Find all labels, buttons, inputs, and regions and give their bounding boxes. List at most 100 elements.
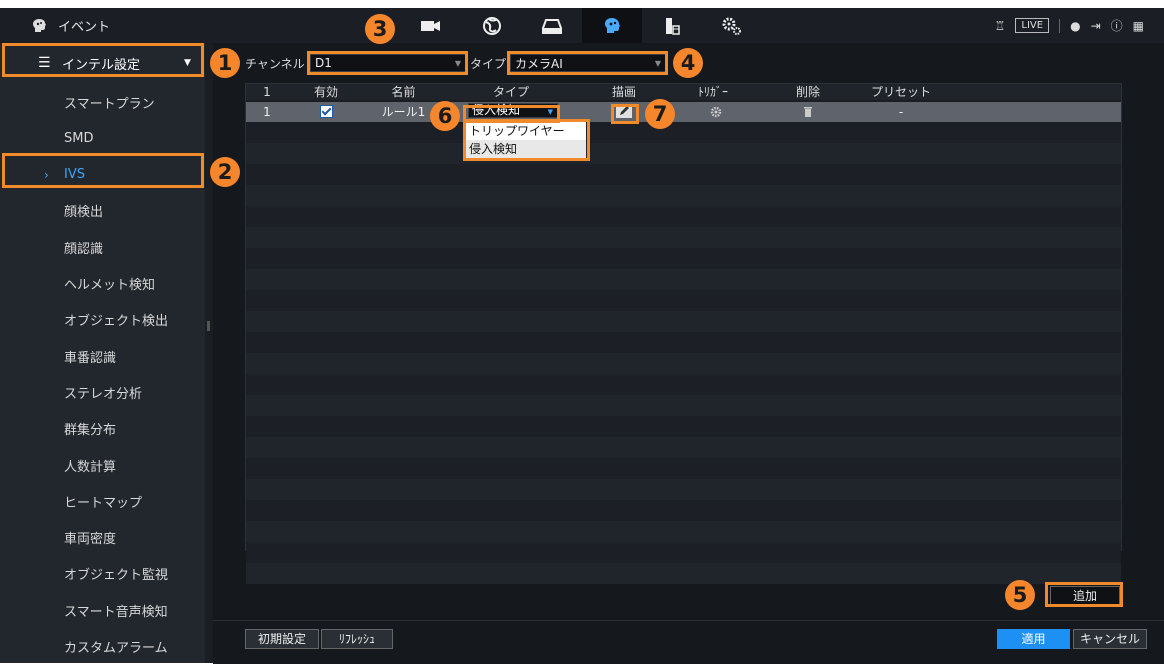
sidebar-item-label: ヘルメット検知 xyxy=(64,278,156,293)
top-bar: イベント ♖ LIVE ● ⇥ ⓘ ▦ xyxy=(0,8,1164,43)
preset-value: - xyxy=(898,105,904,119)
highlight-add xyxy=(1045,582,1123,607)
col-number: 1 xyxy=(263,85,271,99)
table-empty-row xyxy=(246,563,1121,584)
sidebar-item[interactable]: オブジェクト監視 xyxy=(0,557,205,591)
nav-device[interactable] xyxy=(642,8,702,43)
divider xyxy=(1059,18,1061,33)
table-empty-row xyxy=(246,353,1121,374)
cancel-button[interactable]: キャンセル xyxy=(1073,629,1147,649)
sidebar-item-label: 顔認識 xyxy=(64,241,104,257)
highlight-channel xyxy=(307,51,468,75)
table-empty-row xyxy=(246,521,1121,542)
table-empty-row xyxy=(246,416,1121,437)
alarm-icon[interactable]: ♖ xyxy=(995,19,1006,33)
table-empty-row xyxy=(246,122,1121,143)
rule-name: ルール1 xyxy=(381,105,426,119)
info-icon[interactable]: ⓘ xyxy=(1111,17,1123,34)
table-empty-row xyxy=(246,311,1121,332)
sidebar-item-label: オブジェクト監視 xyxy=(64,568,169,584)
enable-checkbox[interactable] xyxy=(319,105,333,118)
app-window: イベント ♖ LIVE ● ⇥ ⓘ ▦ ☰ インテル設定 ▼ スマートプラン S… xyxy=(0,8,1164,664)
table-empty-row xyxy=(246,395,1121,416)
brain-ai-icon xyxy=(605,17,620,33)
highlight-intel-settings xyxy=(2,43,204,77)
sidebar-item-label: 顔検出 xyxy=(64,205,104,221)
sidebar-item-label: ステレオ分析 xyxy=(64,386,143,402)
table-empty-row xyxy=(246,332,1121,353)
sidebar-item-label: 車番認識 xyxy=(64,350,117,366)
table-empty-row xyxy=(246,458,1121,479)
sidebar-item[interactable]: カスタムアラーム xyxy=(0,630,205,664)
col-name: 名前 xyxy=(391,85,416,99)
table-row[interactable]: 1 ルール1 侵入検知 ▼ - xyxy=(246,102,1121,122)
nav-camera[interactable] xyxy=(400,8,460,43)
col-trigger: ﾄﾘｶﾞｰ xyxy=(697,85,728,99)
table-empty-row xyxy=(246,542,1121,563)
table-header: 1 有効 名前 タイプ 描画 ﾄﾘｶﾞｰ 削除 プリセット xyxy=(246,84,1121,100)
table-empty-row xyxy=(246,185,1121,206)
sidebar-item[interactable]: ステレオ分析 xyxy=(0,375,205,409)
sidebar-item-label: スマート音声検知 xyxy=(64,604,168,620)
table-empty-row xyxy=(246,227,1121,248)
table-empty-row xyxy=(246,143,1121,164)
sidebar-item[interactable]: 車両密度 xyxy=(0,521,205,555)
sidebar-item[interactable]: 車番認識 xyxy=(0,339,205,373)
badge-2: 2 xyxy=(210,157,240,187)
live-button[interactable]: LIVE xyxy=(1015,18,1050,33)
sidebar-item[interactable]: 顔認識 xyxy=(0,230,205,264)
sidebar-item[interactable]: ヒートマップ xyxy=(0,484,205,518)
qr-code-icon[interactable]: ▦ xyxy=(1133,19,1144,33)
trash-icon[interactable] xyxy=(803,106,813,118)
nav-settings[interactable] xyxy=(702,8,762,43)
sidebar-item-label: 車両密度 xyxy=(64,532,117,548)
sidebar-item[interactable]: 群集分布 xyxy=(0,412,205,446)
top-right-tools: ♖ LIVE ● ⇥ ⓘ ▦ xyxy=(995,8,1144,43)
app-title: イベント xyxy=(30,8,110,43)
settings-gears-icon xyxy=(722,17,741,35)
logout-icon[interactable]: ⇥ xyxy=(1091,19,1101,33)
sidebar-item[interactable]: ヘルメット検知 xyxy=(0,267,205,301)
table-empty-row xyxy=(246,206,1121,227)
sidebar-item-label: ヒートマップ xyxy=(64,495,143,511)
gear-icon[interactable] xyxy=(710,106,722,118)
storage-icon xyxy=(542,18,562,34)
table-empty-row xyxy=(246,479,1121,500)
badge-6: 6 xyxy=(430,101,460,131)
network-globe-icon xyxy=(483,16,501,35)
app-title-text: イベント xyxy=(58,20,111,35)
sidebar-scrollbar[interactable] xyxy=(205,43,213,663)
sidebar-item[interactable]: 顔検出 xyxy=(0,194,205,228)
highlight-ivs xyxy=(2,153,204,188)
col-delete: 削除 xyxy=(795,85,820,99)
apply-button[interactable]: 適用 xyxy=(997,629,1070,649)
user-icon[interactable]: ● xyxy=(1070,19,1080,33)
nav-storage[interactable] xyxy=(522,8,582,43)
default-button[interactable]: 初期設定 xyxy=(245,629,319,649)
table-empty-row xyxy=(246,248,1121,269)
sidebar-item-label: 人数計算 xyxy=(64,459,117,475)
type-label: タイプ xyxy=(470,57,507,71)
nav-ai[interactable] xyxy=(582,8,642,43)
refresh-button[interactable]: ﾘﾌﾚｯｼｭ xyxy=(321,629,393,649)
highlight-type xyxy=(507,51,668,75)
highlight-type-options xyxy=(463,119,590,161)
row-number: 1 xyxy=(263,105,271,119)
brain-ai-icon xyxy=(33,18,46,32)
sidebar-item[interactable]: オブジェクト検出 xyxy=(0,303,205,337)
table-empty-row xyxy=(246,374,1121,395)
sidebar-item-label: 群集分布 xyxy=(64,423,117,439)
highlight-draw xyxy=(611,104,639,124)
sidebar-item[interactable]: スマート音声検知 xyxy=(0,593,205,627)
badge-3: 3 xyxy=(365,14,395,44)
col-type: タイプ xyxy=(492,85,529,99)
sidebar-item[interactable]: SMD xyxy=(0,121,205,155)
channel-label: チャンネル xyxy=(245,57,305,71)
sidebar-item[interactable]: 人数計算 xyxy=(0,448,205,482)
table-empty-row xyxy=(246,164,1121,185)
nav-network[interactable] xyxy=(462,8,522,43)
col-preset: プリセット xyxy=(870,85,931,99)
table-empty-row xyxy=(246,437,1121,458)
badge-1: 1 xyxy=(210,48,240,78)
sidebar-item[interactable]: スマートプラン xyxy=(0,85,205,119)
